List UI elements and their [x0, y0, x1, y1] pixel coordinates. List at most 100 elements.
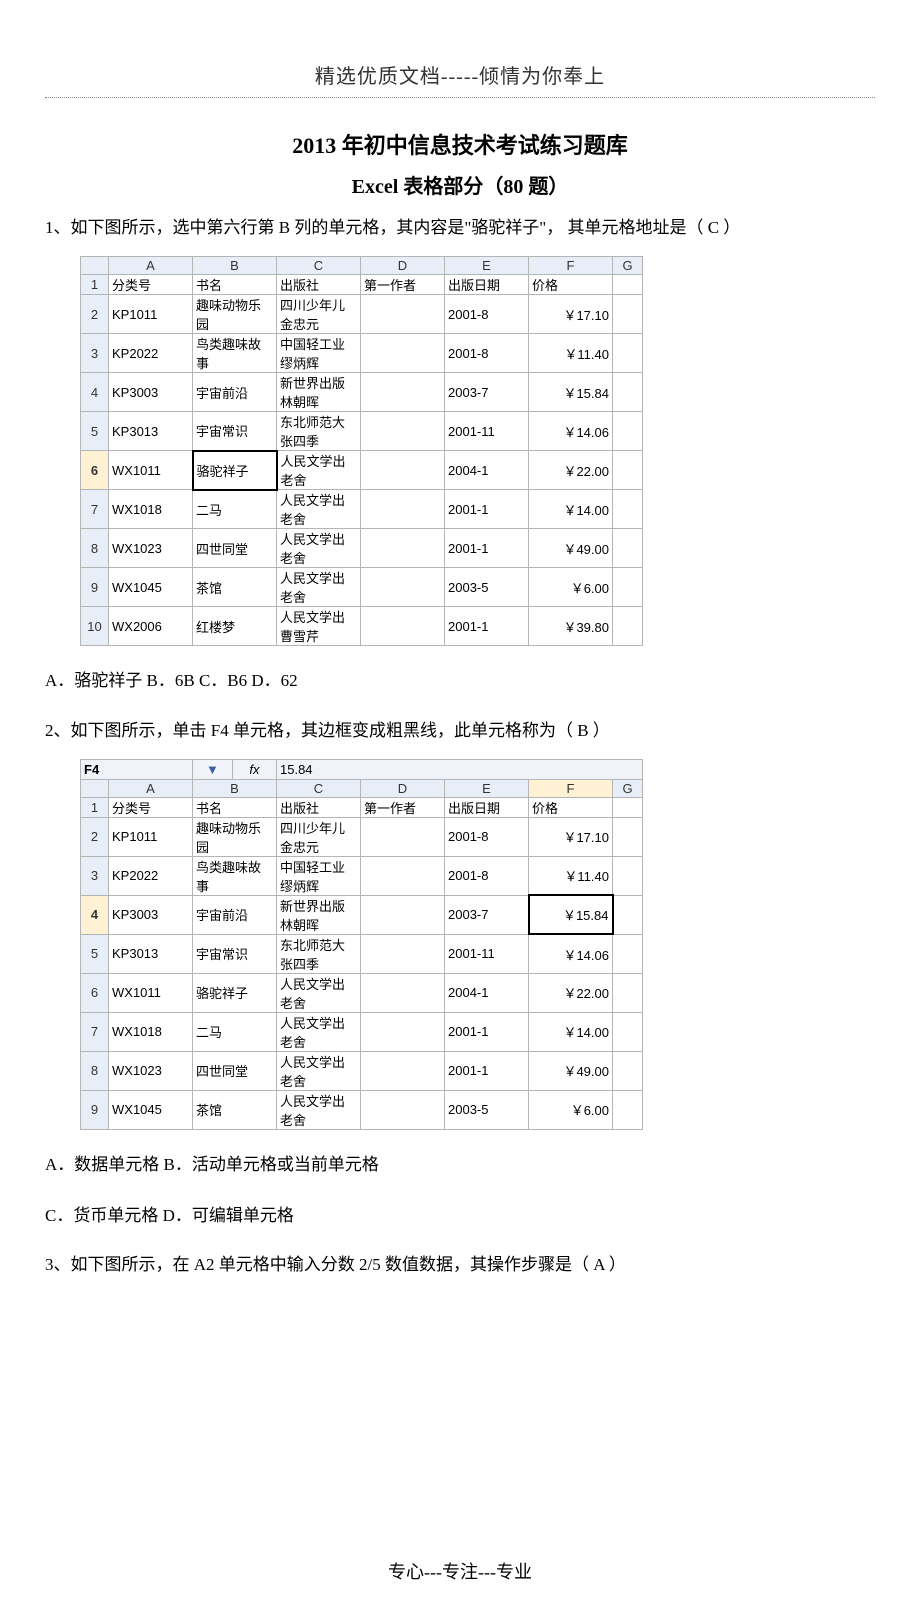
- cell: 茶馆: [193, 568, 277, 607]
- cell: 人民文学出老舍: [277, 451, 361, 490]
- cell: 人民文学出老舍: [277, 568, 361, 607]
- cell: KP3003: [109, 373, 193, 412]
- row-header: 6: [81, 973, 109, 1012]
- cell: KP1011: [109, 295, 193, 334]
- cell: [361, 412, 445, 451]
- col-header: G: [613, 779, 643, 797]
- cell: [613, 607, 643, 646]
- cell: 2003-7: [445, 895, 529, 934]
- col-header: B: [193, 257, 277, 275]
- cell: [613, 334, 643, 373]
- cell: 人民文学出老舍: [277, 490, 361, 529]
- cell: WX1045: [109, 1090, 193, 1129]
- cell: WX1011: [109, 451, 193, 490]
- cell: 人民文学出曹雪芹: [277, 607, 361, 646]
- cell: ￥49.00: [529, 1051, 613, 1090]
- cell: 宇宙前沿: [193, 895, 277, 934]
- cell: [361, 334, 445, 373]
- row-header: 8: [81, 1051, 109, 1090]
- spreadsheet-q1: A B C D E F G 1分类号书名出版社第一作者出版日期价格 2KP101…: [80, 256, 643, 646]
- cell: ￥11.40: [529, 334, 613, 373]
- cell: 2004-1: [445, 973, 529, 1012]
- cell: 2003-5: [445, 568, 529, 607]
- cell: 茶馆: [193, 1090, 277, 1129]
- row-header: 7: [81, 490, 109, 529]
- cell: [361, 973, 445, 1012]
- col-header: C: [277, 257, 361, 275]
- cell: [613, 275, 643, 295]
- cell: 鸟类趣味故事: [193, 856, 277, 895]
- cell: 新世界出版林朝晖: [277, 895, 361, 934]
- cell: ￥6.00: [529, 568, 613, 607]
- cell: 2001-1: [445, 607, 529, 646]
- row-header: 9: [81, 1090, 109, 1129]
- cell: 2001-11: [445, 412, 529, 451]
- row-header-selected: 4: [81, 895, 109, 934]
- cell: KP2022: [109, 856, 193, 895]
- cell: 2003-5: [445, 1090, 529, 1129]
- col-header: E: [445, 779, 529, 797]
- cell: [613, 895, 643, 934]
- cell: 2004-1: [445, 451, 529, 490]
- row-header: 3: [81, 856, 109, 895]
- formula-bar: 15.84: [277, 759, 643, 779]
- cell: 2001-8: [445, 856, 529, 895]
- cell: ￥17.10: [529, 817, 613, 856]
- row-header: 8: [81, 529, 109, 568]
- cell: [613, 451, 643, 490]
- question-2-text: 2、如下图所示，单击 F4 单元格，其边框变成粗黑线，此单元格称为（ B ）: [45, 717, 875, 744]
- doc-subtitle: Excel 表格部分（80 题）: [45, 170, 875, 199]
- cell: KP3003: [109, 895, 193, 934]
- row-header: 2: [81, 295, 109, 334]
- cell: [613, 934, 643, 973]
- cell: 2001-1: [445, 1012, 529, 1051]
- cell: [361, 1051, 445, 1090]
- cell: ￥49.00: [529, 529, 613, 568]
- row-header: 7: [81, 1012, 109, 1051]
- cell: ￥22.00: [529, 973, 613, 1012]
- cell: 出版日期: [445, 275, 529, 295]
- cell: 宇宙常识: [193, 412, 277, 451]
- cell: 第一作者: [361, 275, 445, 295]
- cell: KP1011: [109, 817, 193, 856]
- cell: 人民文学出老舍: [277, 1012, 361, 1051]
- cell: [613, 1051, 643, 1090]
- cell: [361, 607, 445, 646]
- cell: 2001-8: [445, 817, 529, 856]
- cell: WX1023: [109, 529, 193, 568]
- doc-title: 2013 年初中信息技术考试练习题库: [45, 128, 875, 160]
- cell: 东北师范大张四季: [277, 412, 361, 451]
- cell: 四川少年儿金忠元: [277, 817, 361, 856]
- cell: 中国轻工业缪炳辉: [277, 856, 361, 895]
- cell: [361, 817, 445, 856]
- cell: ￥17.10: [529, 295, 613, 334]
- col-header: G: [613, 257, 643, 275]
- cell: [613, 797, 643, 817]
- cell: 二马: [193, 490, 277, 529]
- name-box: F4: [81, 759, 193, 779]
- cell: WX1011: [109, 973, 193, 1012]
- cell: 价格: [529, 275, 613, 295]
- cell: 第一作者: [361, 797, 445, 817]
- cell: 鸟类趣味故事: [193, 334, 277, 373]
- cell: 人民文学出老舍: [277, 1051, 361, 1090]
- cell: [361, 856, 445, 895]
- row-header: 10: [81, 607, 109, 646]
- cell: [361, 1090, 445, 1129]
- cell: 趣味动物乐园: [193, 295, 277, 334]
- cell: 2001-11: [445, 934, 529, 973]
- cell: [361, 568, 445, 607]
- row-header: 4: [81, 373, 109, 412]
- cell: 2001-1: [445, 529, 529, 568]
- row-header: 1: [81, 275, 109, 295]
- cell: WX2006: [109, 607, 193, 646]
- corner-cell: [81, 257, 109, 275]
- col-header: D: [361, 257, 445, 275]
- cell: 东北师范大张四季: [277, 934, 361, 973]
- active-cell: ￥15.84: [529, 895, 613, 934]
- cell: 趣味动物乐园: [193, 817, 277, 856]
- cell: [613, 412, 643, 451]
- cell: 二马: [193, 1012, 277, 1051]
- question-2-options-line2: C．货币单元格 D．可编辑单元格: [45, 1201, 875, 1232]
- cell: KP3013: [109, 412, 193, 451]
